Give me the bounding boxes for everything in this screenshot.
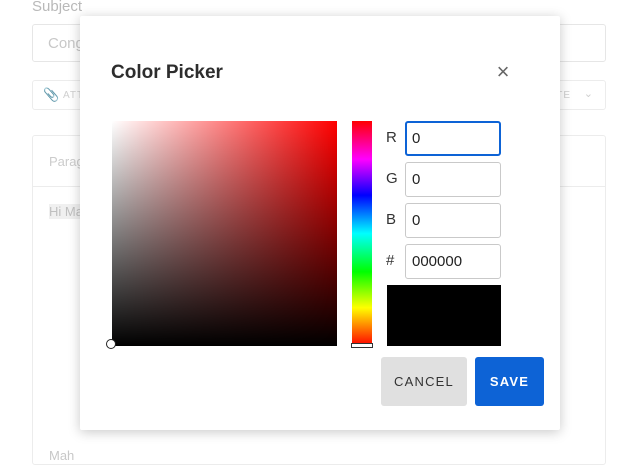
subject-label: Subject (32, 0, 83, 15)
hue-slider-handle[interactable] (351, 343, 373, 348)
cancel-button[interactable]: CANCEL (381, 357, 467, 406)
subject-value: Cong (48, 35, 84, 52)
red-input[interactable] (405, 121, 501, 156)
green-input[interactable] (405, 162, 501, 197)
saturation-handle[interactable] (106, 339, 116, 349)
blue-input[interactable] (405, 203, 501, 238)
editor-body-text: Hi Ma (49, 204, 83, 219)
dialog-title: Color Picker (111, 62, 223, 83)
editor-footer-text: Mah (49, 448, 75, 463)
close-icon[interactable]: × (491, 60, 515, 84)
blue-label: B (386, 211, 397, 228)
hex-input[interactable] (405, 244, 501, 279)
hue-slider[interactable] (352, 121, 372, 346)
color-picker-dialog: Color Picker × R G B # CANCEL SAVE (80, 16, 560, 430)
chevron-down-icon[interactable]: ⌄ (584, 87, 593, 100)
color-preview-swatch (387, 285, 501, 346)
green-label: G (386, 170, 398, 187)
paperclip-icon[interactable]: 📎 (43, 87, 59, 103)
save-button[interactable]: SAVE (475, 357, 544, 406)
hex-label: # (386, 252, 395, 269)
paragraph-format-select[interactable]: Parag (49, 154, 84, 169)
red-label: R (386, 129, 397, 146)
saturation-value-area[interactable] (112, 121, 337, 346)
